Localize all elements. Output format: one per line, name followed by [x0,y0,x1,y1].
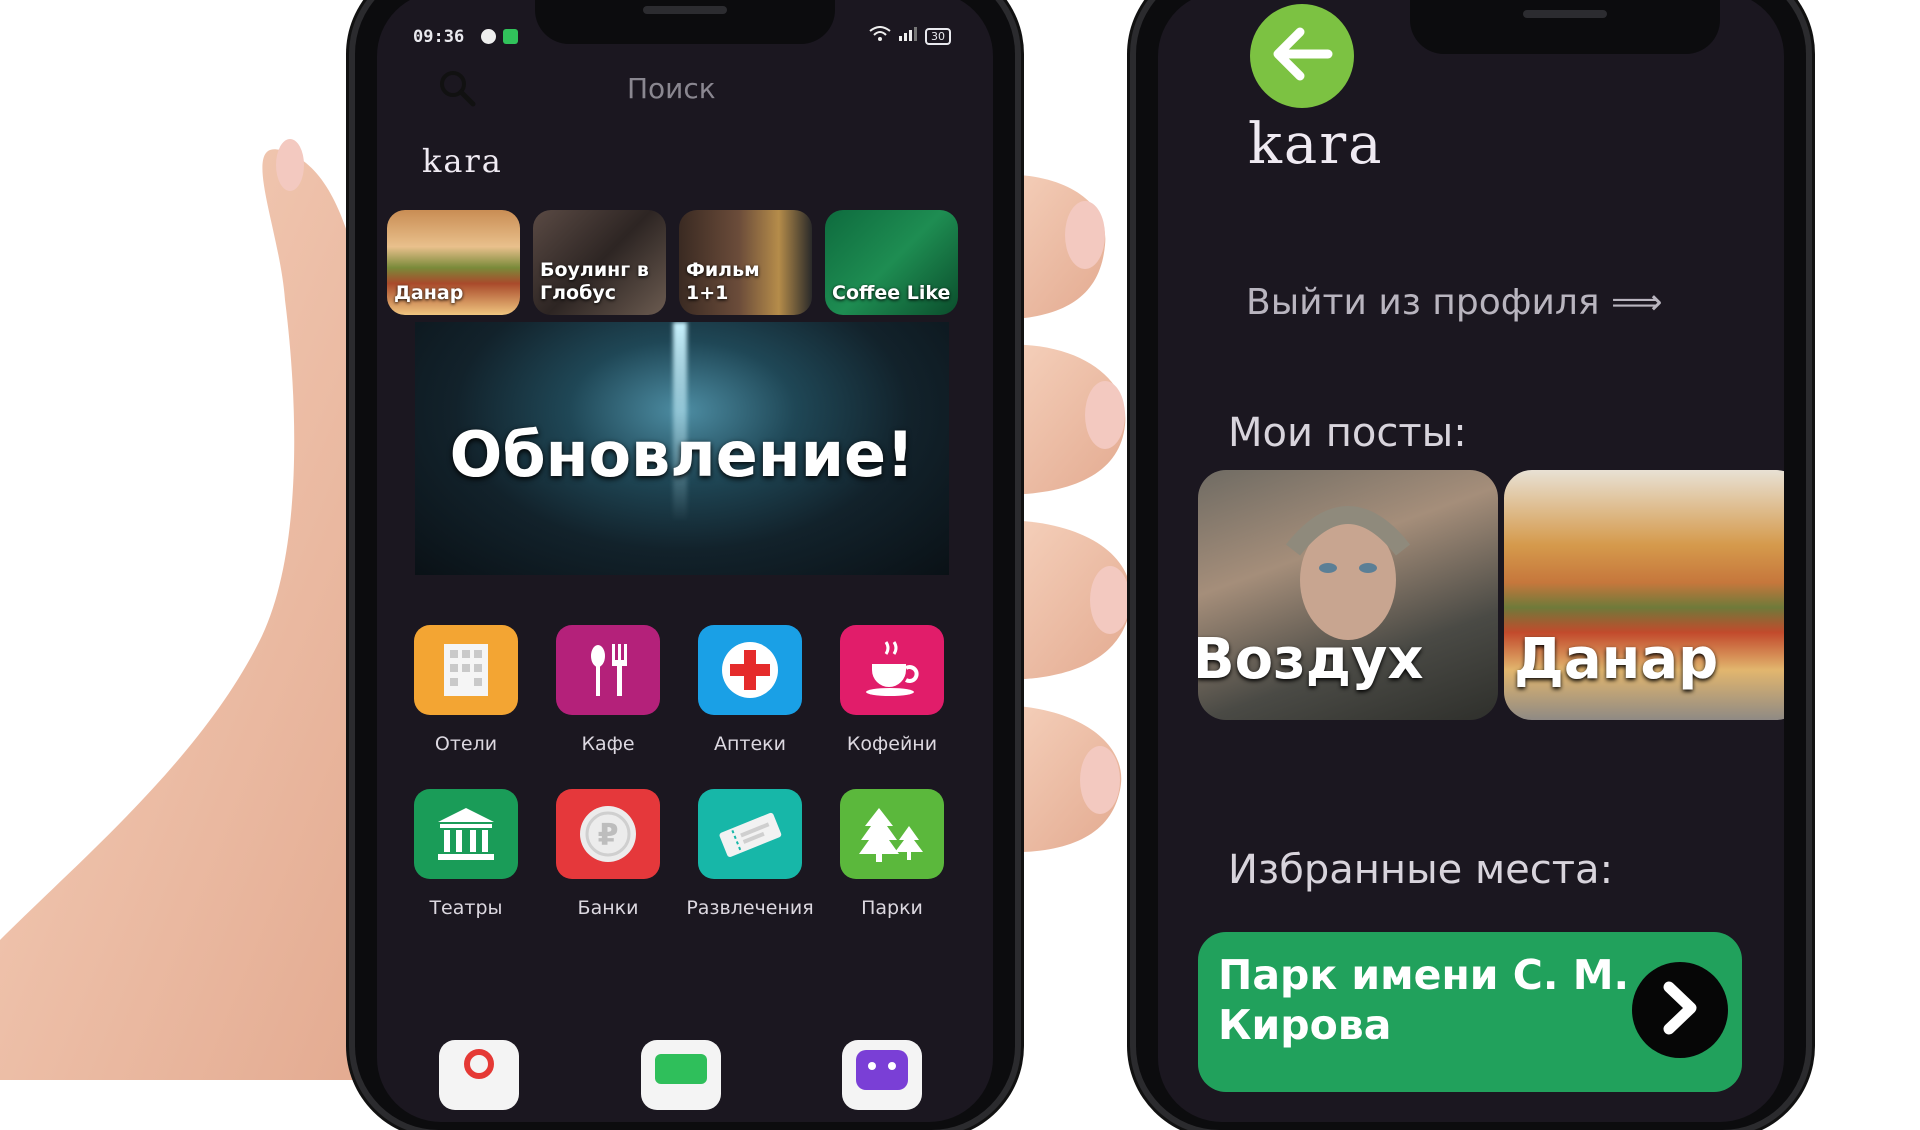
story-card[interactable]: Данар [387,210,520,315]
ticket-icon [698,789,802,879]
dock [377,1040,993,1110]
story-label: Фильм 1+1 [686,259,760,304]
story-card[interactable]: Фильм 1+1 [679,210,812,315]
wifi-icon [869,26,891,46]
speaker [643,6,727,14]
story-card[interactable]: Боулинг в Глобус [533,210,666,315]
cutlery-icon [556,625,660,715]
search-icon[interactable] [437,68,477,108]
favorite-place-name: Парк имени С. М. Кирова [1218,951,1630,1049]
post-card[interactable]: Данар [1504,470,1784,720]
ruble-coin-icon: ₽ [556,789,660,879]
trees-icon [840,789,944,879]
post-label: Данар [1514,627,1719,692]
category-label: Аптеки [713,733,786,755]
category-label: Парки [861,897,923,919]
pharmacy-cross-icon [698,625,802,715]
coffee-cup-icon [840,625,944,715]
story-card[interactable]: Coffee Like [825,210,958,315]
category-label: Развлечения [686,897,814,919]
profile-screen: kara Выйти из профиля ⟹ Мои посты: Возду… [1158,0,1784,1122]
story-label: Coffee Like [832,282,951,304]
category-theaters[interactable]: Театры [395,789,537,919]
category-label: Театры [429,897,503,919]
notch [535,0,835,44]
category-coffee[interactable]: Кофейни [821,625,963,755]
category-label: Отели [434,733,498,755]
battery-indicator: 30 [925,27,951,45]
hotel-icon [414,625,518,715]
back-button[interactable] [1250,4,1354,108]
stories-row: Данар Боулинг в Глобус Фильм 1+1 Coffee … [387,210,958,315]
app-logo: kara [422,142,503,180]
profile-icon[interactable] [842,1040,922,1110]
banner-title: Обновление! [449,418,915,491]
posts-row: Воздух Данар [1198,470,1784,720]
update-banner[interactable]: Обновление! [415,322,949,575]
speaker [1522,10,1607,18]
my-posts-title: Мои посты: [1228,410,1467,456]
notch [1409,0,1720,54]
status-indicators: 30 [869,26,951,46]
category-hotels[interactable]: Отели [395,625,537,755]
phone-profile-screen: kara Выйти из профиля ⟹ Мои посты: Возду… [1136,0,1806,1130]
category-entertainment[interactable]: Развлечения [679,789,821,919]
story-label: Боулинг в Глобус [540,259,649,304]
favorites-title: Избранные места: [1228,847,1614,893]
status-time: 09:36 [413,27,465,47]
phone-home-screen: 09:36 30 Поиск kara Данар Боулинг в Глоб [355,0,1015,1130]
category-pharmacy[interactable]: Аптеки [679,625,821,755]
category-grid: Отели Кафе Аптеки Кофейни Театры ₽ Банки… [395,625,963,919]
notification-icon [481,29,496,44]
map-pin-icon[interactable] [439,1040,519,1110]
home-screen: 09:36 30 Поиск kara Данар Боулинг в Глоб [377,0,993,1122]
category-label: Банки [577,897,639,919]
search-bar[interactable]: Поиск [437,62,937,118]
chat-icon[interactable] [641,1040,721,1110]
post-card[interactable]: Воздух [1198,470,1498,720]
category-label: Кафе [581,733,635,755]
theater-building-icon [414,789,518,879]
favorite-place-card[interactable]: Парк имени С. М. Кирова [1198,932,1742,1092]
signal-icon [899,27,917,45]
app-notification-icon [503,29,518,44]
open-favorite-button[interactable] [1632,962,1728,1058]
category-label: Кофейни [846,733,938,755]
story-label: Данар [394,282,464,304]
logout-link[interactable]: Выйти из профиля ⟹ [1246,282,1663,323]
search-placeholder[interactable]: Поиск [627,72,716,105]
category-banks[interactable]: ₽ Банки [537,789,679,919]
chevron-right-icon [1655,981,1705,1039]
arrow-left-icon [1270,26,1334,86]
category-cafe[interactable]: Кафе [537,625,679,755]
post-label: Воздух [1198,627,1424,692]
app-logo: kara [1248,112,1384,177]
post-portrait-image [1285,506,1411,640]
category-parks[interactable]: Парки [821,789,963,919]
svg-text:₽: ₽ [598,818,619,853]
